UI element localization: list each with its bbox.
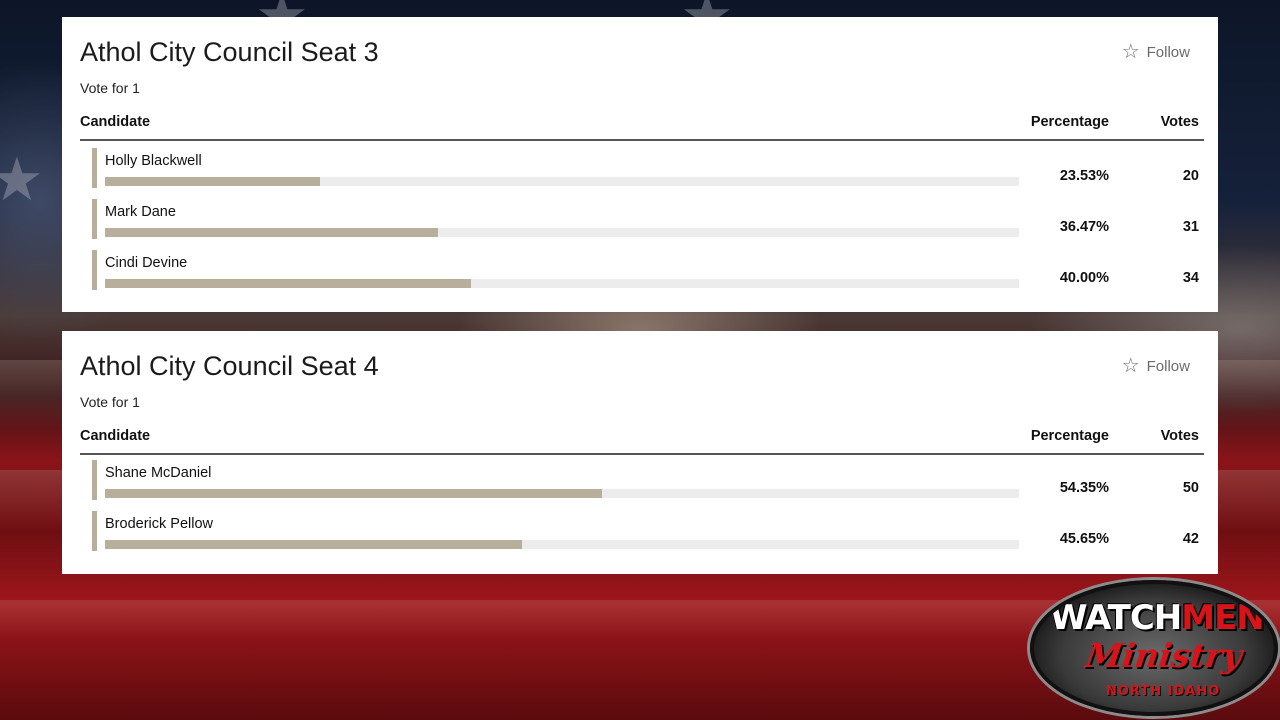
row-accent-bar [92,199,97,239]
candidate-row: Shane McDaniel 54.35% 50 [92,460,1204,500]
row-accent-bar [92,511,97,551]
column-header-percentage: Percentage [1030,114,1109,130]
candidate-votes: 31 [1182,219,1199,235]
vote-share-track [105,489,1019,498]
candidate-percentage: 23.53% [1059,168,1109,184]
candidate-row: Holly Blackwell 23.53% 20 [92,148,1204,188]
vote-share-track [105,177,1019,186]
vote-share-fill [105,228,439,237]
vote-share-fill [105,279,471,288]
candidate-percentage: 40.00% [1059,270,1109,286]
candidate-name: Holly Blackwell [105,153,202,169]
race-card-seat-4: Athol City Council Seat 4 Vote for 1 ☆ F… [62,331,1218,574]
candidate-votes: 50 [1182,480,1199,496]
background-star-icon: ★ [0,146,44,213]
race-card-seat-3: Athol City Council Seat 3 Vote for 1 ☆ F… [62,17,1218,312]
header-divider [80,139,1204,141]
race-vote-instruction: Vote for 1 [80,80,140,96]
race-title: Athol City Council Seat 3 [80,37,379,67]
row-accent-bar [92,148,97,188]
candidate-percentage: 36.47% [1059,219,1109,235]
vote-share-track [105,540,1019,549]
vote-share-fill [105,177,321,186]
vote-share-track [105,228,1019,237]
candidate-votes: 34 [1182,270,1199,286]
logo-region-text: NORTH IDAHO [1106,684,1221,699]
header-divider [80,453,1204,455]
watchmen-ministry-logo: WATCHMEN Ministry NORTH IDAHO [1030,580,1278,716]
follow-label: Follow [1146,357,1190,375]
candidate-row: Broderick Pellow 45.65% 42 [92,511,1204,551]
follow-button[interactable]: ☆ Follow [1122,42,1190,62]
candidate-name: Cindi Devine [105,255,188,271]
column-header-candidate: Candidate [80,428,151,444]
candidate-name: Mark Dane [105,204,176,220]
vote-share-fill [105,489,602,498]
row-accent-bar [92,250,97,290]
column-header-candidate: Candidate [80,114,151,130]
race-vote-instruction: Vote for 1 [80,394,140,410]
column-header-votes: Votes [1160,114,1199,130]
star-outline-icon: ☆ [1121,355,1140,377]
column-header-percentage: Percentage [1030,428,1109,444]
vote-share-fill [105,540,523,549]
candidate-votes: 20 [1182,168,1199,184]
candidate-row: Mark Dane 36.47% 31 [92,199,1204,239]
vote-share-track [105,279,1019,288]
follow-label: Follow [1146,43,1190,61]
logo-wordmark: WATCHMEN [1050,598,1265,638]
star-outline-icon: ☆ [1121,41,1140,63]
race-title: Athol City Council Seat 4 [80,351,379,381]
candidate-percentage: 54.35% [1059,480,1109,496]
row-accent-bar [92,460,97,500]
column-header-votes: Votes [1160,428,1199,444]
candidate-row: Cindi Devine 40.00% 34 [92,250,1204,290]
follow-button[interactable]: ☆ Follow [1122,356,1190,376]
candidate-percentage: 45.65% [1059,531,1109,547]
logo-ministry-text: Ministry [1083,636,1245,675]
candidate-votes: 42 [1182,531,1199,547]
candidate-name: Broderick Pellow [105,516,213,532]
candidate-name: Shane McDaniel [105,465,212,481]
